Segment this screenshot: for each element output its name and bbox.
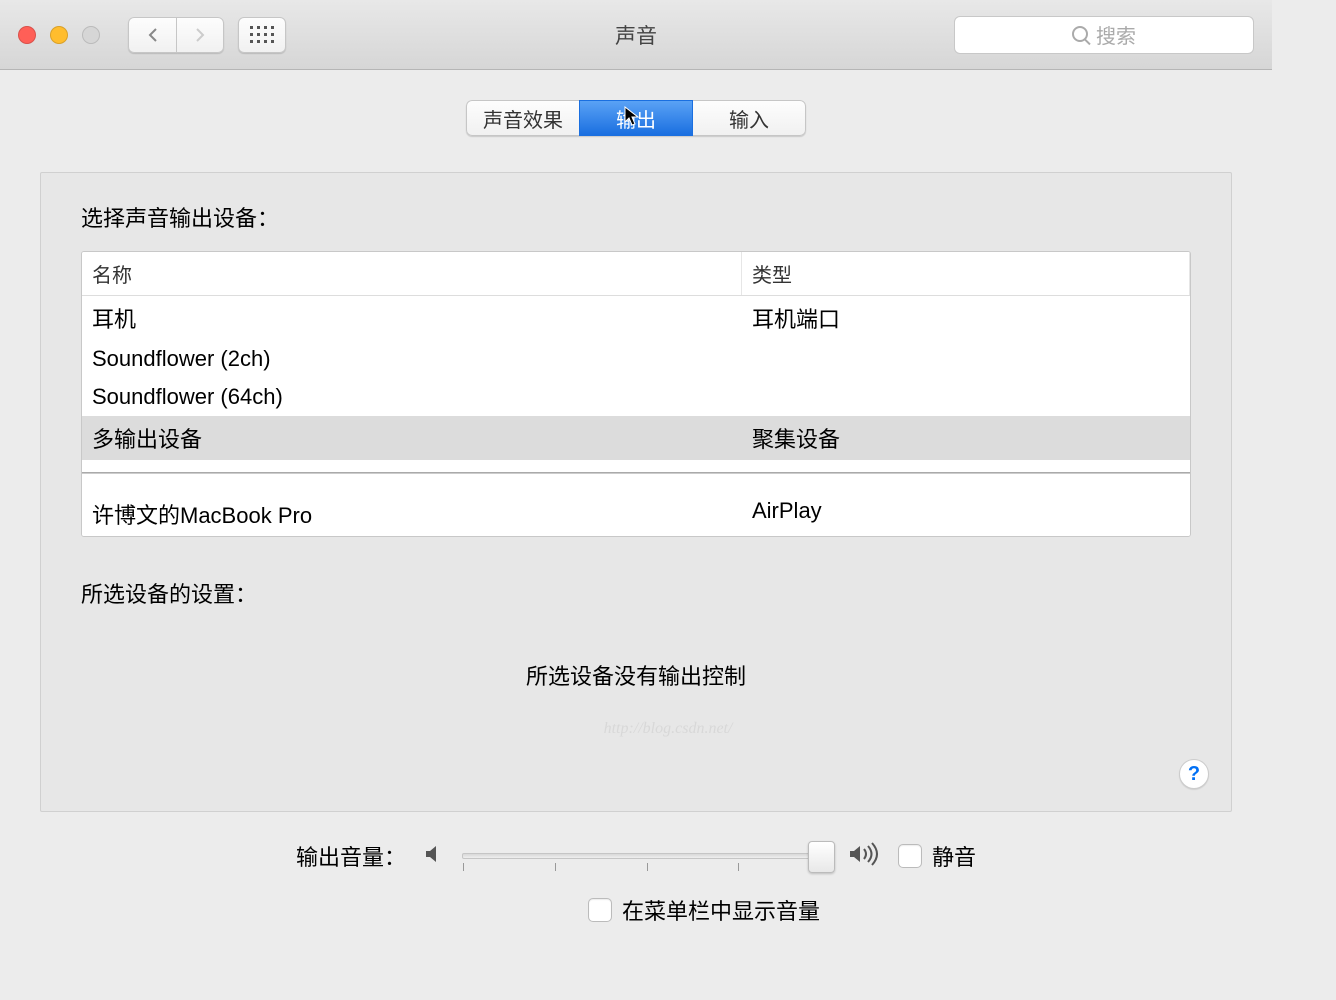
- minimize-button[interactable]: [50, 26, 68, 44]
- select-device-label: 选择声音输出设备：: [81, 201, 1191, 233]
- tab-output[interactable]: 输出: [579, 100, 693, 136]
- device-name: 许博文的MacBook Pro: [82, 492, 742, 536]
- table-row[interactable]: 许博文的MacBook Pro AirPlay: [82, 492, 1190, 536]
- speaker-low-icon: [422, 842, 446, 871]
- table-header: 名称 类型: [82, 252, 1190, 296]
- help-button[interactable]: ?: [1179, 759, 1209, 789]
- menubar-row: 在菜单栏中显示音量: [40, 894, 1232, 926]
- device-type: [742, 378, 1190, 416]
- grid-icon: [250, 26, 274, 43]
- close-button[interactable]: [18, 26, 36, 44]
- output-panel: 选择声音输出设备： 名称 类型 耳机 耳机端口 Soundflower (2ch…: [40, 172, 1232, 812]
- divider: [82, 472, 1190, 474]
- device-name: 多输出设备: [82, 416, 742, 460]
- content: 声音效果 输出 输入 选择声音输出设备： 名称 类型 耳机 耳机端口 Sound…: [0, 70, 1272, 956]
- mute-checkbox[interactable]: [898, 844, 922, 868]
- selected-device-settings-label: 所选设备的设置：: [81, 577, 1191, 609]
- menubar-label: 在菜单栏中显示音量: [622, 894, 820, 926]
- table-row[interactable]: 耳机 耳机端口: [82, 296, 1190, 340]
- slider-knob[interactable]: [808, 841, 835, 873]
- device-table: 名称 类型 耳机 耳机端口 Soundflower (2ch) Soundflo…: [81, 251, 1191, 537]
- speaker-high-icon: [848, 842, 882, 871]
- device-type: 耳机端口: [742, 296, 1190, 340]
- slider-ticks: [463, 863, 831, 871]
- device-type: [742, 340, 1190, 378]
- device-type: AirPlay: [742, 492, 1190, 536]
- back-button[interactable]: [128, 17, 176, 53]
- nav-buttons: [128, 17, 224, 53]
- chevron-right-icon: [194, 27, 206, 43]
- table-row[interactable]: Soundflower (2ch): [82, 340, 1190, 378]
- search-input[interactable]: 搜索: [954, 16, 1254, 54]
- device-type: 聚集设备: [742, 416, 1190, 460]
- device-name: Soundflower (2ch): [82, 340, 742, 378]
- tab-output-label: 输出: [616, 104, 656, 133]
- column-type[interactable]: 类型: [742, 252, 1190, 295]
- output-volume-label: 输出音量：: [296, 840, 406, 872]
- volume-row: 输出音量： 静音: [40, 840, 1232, 872]
- tab-segment: 声音效果 输出 输入: [466, 100, 806, 136]
- tab-sound-effects[interactable]: 声音效果: [466, 100, 579, 136]
- traffic-lights: [18, 26, 100, 44]
- search-placeholder: 搜索: [1096, 20, 1136, 49]
- forward-button[interactable]: [176, 17, 224, 53]
- tab-input[interactable]: 输入: [693, 100, 806, 136]
- show-volume-menubar-checkbox[interactable]: [588, 898, 612, 922]
- mute-row: 静音: [898, 840, 976, 872]
- device-name: 耳机: [82, 296, 742, 340]
- zoom-button: [82, 26, 100, 44]
- column-name[interactable]: 名称: [82, 252, 742, 295]
- table-row[interactable]: Soundflower (64ch): [82, 378, 1190, 416]
- table-row[interactable]: 多输出设备 聚集设备: [82, 416, 1190, 460]
- no-output-controls: 所选设备没有输出控制: [81, 659, 1191, 691]
- show-all-button[interactable]: [238, 17, 286, 53]
- chevron-left-icon: [147, 27, 159, 43]
- device-name: Soundflower (64ch): [82, 378, 742, 416]
- mute-label: 静音: [932, 840, 976, 872]
- search-icon: [1072, 26, 1090, 44]
- window-title: 声音: [615, 20, 657, 50]
- titlebar: 声音 搜索: [0, 0, 1272, 70]
- footer: 输出音量： 静音 在菜单栏中显示音量: [40, 812, 1232, 936]
- volume-slider[interactable]: [462, 853, 832, 859]
